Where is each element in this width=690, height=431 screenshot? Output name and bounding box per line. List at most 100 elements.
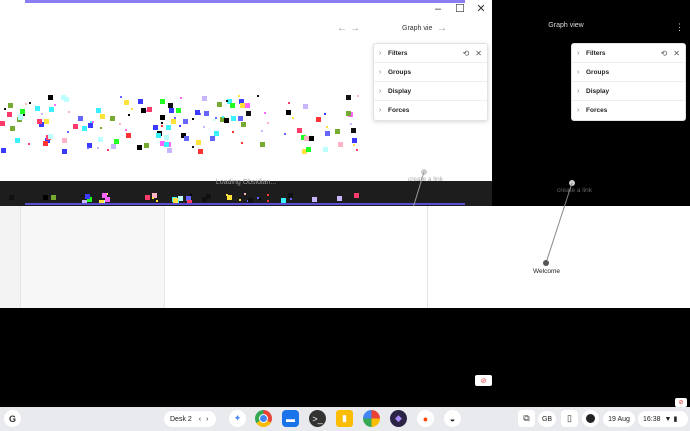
glitch-pixel: [111, 144, 116, 149]
graph-edge: [412, 172, 425, 208]
glitch-pixel: [0, 121, 5, 126]
glitch-pixel: [131, 108, 133, 110]
notification-icon[interactable]: [582, 410, 599, 427]
glitch-pixel: [144, 143, 149, 148]
glitch-pixel: [141, 108, 146, 113]
nav-forward-icon[interactable]: →: [350, 23, 360, 34]
panel-row-forces[interactable]: › Forces: [374, 101, 487, 120]
glitch-pixel: [82, 126, 87, 131]
glitch-pixel: [160, 115, 165, 120]
glitch-pixel: [85, 194, 90, 199]
filters-label: Filters: [388, 50, 408, 57]
chevron-right-icon: ›: [379, 50, 382, 57]
glitch-pixel: [8, 103, 13, 108]
phone-hub-icon[interactable]: ▯: [561, 410, 578, 427]
close-icon[interactable]: ✕: [673, 44, 680, 63]
graph-view-title-right: Graph view: [548, 22, 584, 29]
panel-row-filters[interactable]: › Filters ⟲ ✕: [374, 44, 487, 63]
reddit-icon[interactable]: ●: [417, 410, 434, 427]
panel-row-groups-right[interactable]: › Groups: [572, 63, 685, 82]
glitch-pixel: [81, 195, 83, 197]
graph-node-welcome[interactable]: [543, 260, 549, 266]
camera-off-icon[interactable]: ⊘: [475, 375, 492, 386]
panel-row-forces-right[interactable]: › Forces: [572, 101, 685, 120]
glitch-pixel: [35, 106, 40, 111]
chevron-right-icon: ›: [577, 88, 580, 95]
close-button[interactable]: ✕: [471, 2, 491, 16]
desk-next-icon[interactable]: ›: [206, 416, 208, 423]
glitch-pixel: [261, 130, 263, 132]
assistant-icon[interactable]: ✦: [229, 410, 246, 427]
glitch-pixel: [147, 107, 152, 112]
glitch-pixel: [210, 136, 215, 141]
overview-icon[interactable]: ⧉: [518, 410, 535, 427]
glitch-pixel: [145, 195, 150, 200]
photos-icon[interactable]: [363, 410, 380, 427]
obsidian-icon[interactable]: ◆: [390, 410, 407, 427]
display-label: Display: [586, 88, 610, 95]
glitch-pixel: [102, 193, 107, 198]
glitch-pixel: [284, 133, 286, 135]
keyboard-layout[interactable]: GB: [538, 411, 556, 427]
keep-icon[interactable]: ▮: [336, 410, 353, 427]
glitch-pixel: [125, 129, 127, 131]
glitch-pixel: [54, 104, 56, 106]
glitch-pixel: [126, 133, 131, 138]
close-icon[interactable]: ✕: [475, 44, 482, 63]
glitch-pixel: [164, 135, 169, 140]
glitch-pixel: [350, 123, 352, 125]
glitch-pixel: [224, 118, 229, 123]
glitch-pixel: [15, 138, 20, 143]
glitch-pixel: [326, 126, 328, 128]
camera-off-icon-small[interactable]: ⊘: [675, 398, 687, 407]
nav-back-icon[interactable]: ←: [337, 23, 347, 34]
graph-settings-panel-right: › Filters ⟲ ✕ › Groups › Display › Forces: [571, 43, 686, 121]
panel-row-display-right[interactable]: › Display: [572, 82, 685, 101]
terminal-icon[interactable]: >_: [309, 410, 326, 427]
nav-forward-icon-right[interactable]: →: [437, 23, 447, 34]
glitch-pixel: [137, 145, 142, 150]
nav-back-icon-right[interactable]: ←: [424, 23, 434, 34]
glitch-pixel: [244, 193, 246, 195]
glitch-pixel: [286, 110, 291, 115]
glitch-pixel: [164, 142, 169, 147]
wifi-icon: ▼: [664, 415, 672, 423]
maximize-button[interactable]: ☐: [450, 2, 470, 16]
glitch-pixel: [351, 128, 356, 133]
glitch-pixel: [152, 197, 154, 199]
glitch-pixel: [346, 111, 351, 116]
desk-switcher[interactable]: Desk 2 ‹ ›: [164, 411, 216, 427]
minimize-button[interactable]: –: [428, 2, 448, 16]
glitch-pixel: [98, 137, 103, 142]
panel-row-display[interactable]: › Display: [374, 82, 487, 101]
linux-penguin-icon[interactable]: ◒: [444, 410, 461, 427]
more-options-icon[interactable]: ⋮: [675, 22, 684, 33]
panel-row-filters-right[interactable]: › Filters ⟲ ✕: [572, 44, 685, 63]
restore-icon[interactable]: ⟲: [463, 44, 470, 63]
glitch-pixel: [62, 149, 67, 154]
glitch-pixel: [353, 144, 355, 146]
glitch-pixel: [192, 118, 194, 120]
display-label: Display: [388, 88, 412, 95]
glitch-pixel: [176, 108, 181, 113]
files-icon[interactable]: ▬: [282, 410, 299, 427]
groups-label: Groups: [586, 69, 610, 76]
date-pill[interactable]: 19 Aug: [603, 411, 635, 427]
glitch-pixel: [29, 102, 31, 104]
glitch-pixel: [304, 136, 309, 141]
glitch-pixel: [78, 116, 83, 121]
glitch-pixel: [179, 125, 181, 127]
desk-prev-icon[interactable]: ‹: [199, 416, 201, 423]
desk-label: Desk 2: [170, 415, 192, 423]
glitch-pixel: [23, 114, 25, 116]
glitch-pixel: [356, 149, 358, 151]
status-tray[interactable]: 16:38 ▼ ▮: [638, 411, 688, 427]
launcher-icon[interactable]: G: [4, 410, 21, 427]
restore-icon[interactable]: ⟲: [661, 44, 668, 63]
pane-divider[interactable]: [427, 206, 428, 308]
glitch-pixel: [346, 199, 348, 201]
glitch-pixel: [352, 138, 357, 143]
panel-row-groups[interactable]: › Groups: [374, 63, 487, 82]
glitch-pixel: [206, 194, 211, 199]
chrome-icon[interactable]: [255, 410, 272, 427]
